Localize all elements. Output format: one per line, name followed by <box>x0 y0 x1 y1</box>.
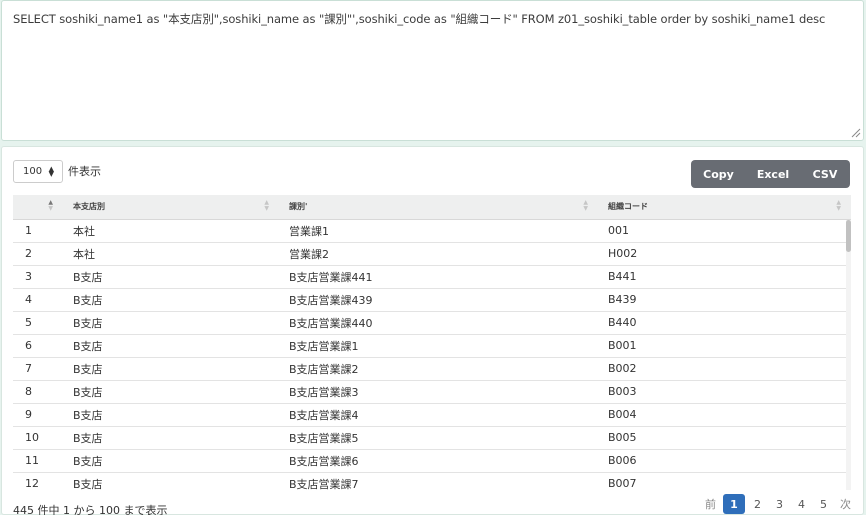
cell-section: 営業課1 <box>279 219 598 243</box>
row-index: 9 <box>13 403 63 427</box>
pagination-prev[interactable]: 前 <box>701 494 720 514</box>
cell-code: B004 <box>598 403 851 427</box>
cell-branch: B支店 <box>63 288 279 312</box>
page-length-select[interactable]: 100 ▲ ▼ <box>13 160 63 183</box>
table-row[interactable]: 9 B支店 B支店営業課4 B004 <box>13 403 851 427</box>
row-index: 4 <box>13 288 63 312</box>
row-index: 3 <box>13 265 63 289</box>
cell-section: B支店営業課6 <box>279 449 598 473</box>
cell-code: H002 <box>598 242 851 266</box>
resize-handle-icon[interactable] <box>851 128 861 138</box>
select-caret-icon: ▲ ▼ <box>48 165 54 178</box>
cell-branch: B支店 <box>63 265 279 289</box>
cell-section: B支店営業課7 <box>279 472 598 491</box>
pagination-next[interactable]: 次 <box>836 494 855 514</box>
table-header-row: ▲ ▼ 本支店別 ▲ ▼ 課別' ▲ ▼ 組織コード ▲ ▼ <box>13 195 851 220</box>
pagination: 前 1 2 3 4 5 次 <box>701 494 855 514</box>
table-row[interactable]: 5 B支店 B支店営業課440 B440 <box>13 311 851 335</box>
sql-textarea[interactable]: SELECT soshiki_name1 as "本支店別",soshiki_n… <box>1 0 864 141</box>
export-button-group: Copy Excel CSV <box>691 160 850 188</box>
sort-icon: ▲ ▼ <box>48 199 53 212</box>
cell-section: B支店営業課4 <box>279 403 598 427</box>
page-length-label: 件表示 <box>68 165 101 178</box>
table-row[interactable]: 6 B支店 B支店営業課1 B001 <box>13 334 851 358</box>
row-index: 5 <box>13 311 63 335</box>
table-info: 445 件中 1 から 100 まで表示 <box>13 504 168 515</box>
cell-section: B支店営業課5 <box>279 426 598 450</box>
pagination-page-3[interactable]: 3 <box>770 494 789 514</box>
cell-code: 001 <box>598 219 851 243</box>
cell-branch: B支店 <box>63 334 279 358</box>
cell-branch: 本社 <box>63 219 279 243</box>
sql-query-text: SELECT soshiki_name1 as "本支店別",soshiki_n… <box>13 12 826 26</box>
cell-branch: B支店 <box>63 311 279 335</box>
cell-section: B支店営業課3 <box>279 380 598 404</box>
excel-button[interactable]: Excel <box>746 160 800 188</box>
cell-code: B001 <box>598 334 851 358</box>
csv-button[interactable]: CSV <box>800 160 850 188</box>
row-index: 12 <box>13 472 63 491</box>
table-row[interactable]: 3 B支店 B支店営業課441 B441 <box>13 265 851 289</box>
table-scrollbar[interactable] <box>846 220 851 490</box>
row-index: 11 <box>13 449 63 473</box>
cell-code: B006 <box>598 449 851 473</box>
row-index: 2 <box>13 242 63 266</box>
cell-branch: B支店 <box>63 472 279 491</box>
column-header-label: 本支店別 <box>73 202 105 212</box>
row-index: 10 <box>13 426 63 450</box>
table-row[interactable]: 12 B支店 B支店営業課7 B007 <box>13 472 851 491</box>
cell-code: B002 <box>598 357 851 381</box>
cell-section: B支店営業課1 <box>279 334 598 358</box>
cell-branch: B支店 <box>63 403 279 427</box>
table-row[interactable]: 11 B支店 B支店営業課6 B006 <box>13 449 851 473</box>
row-index: 7 <box>13 357 63 381</box>
sort-icon: ▲ ▼ <box>583 199 588 212</box>
cell-code: B003 <box>598 380 851 404</box>
pagination-page-2[interactable]: 2 <box>748 494 767 514</box>
cell-section: B支店営業課2 <box>279 357 598 381</box>
cell-code: B005 <box>598 426 851 450</box>
cell-branch: B支店 <box>63 426 279 450</box>
scrollbar-thumb[interactable] <box>846 220 851 252</box>
results-table-container: ▲ ▼ 本支店別 ▲ ▼ 課別' ▲ ▼ 組織コード ▲ ▼ 1 本社 営業課1… <box>13 195 851 491</box>
cell-branch: B支店 <box>63 449 279 473</box>
sort-icon: ▲ ▼ <box>836 199 841 212</box>
table-row[interactable]: 10 B支店 B支店営業課5 B005 <box>13 426 851 450</box>
cell-code: B441 <box>598 265 851 289</box>
table-row[interactable]: 8 B支店 B支店営業課3 B003 <box>13 380 851 404</box>
row-index: 1 <box>13 219 63 243</box>
pagination-page-4[interactable]: 4 <box>792 494 811 514</box>
pagination-page-5[interactable]: 5 <box>814 494 833 514</box>
results-table: ▲ ▼ 本支店別 ▲ ▼ 課別' ▲ ▼ 組織コード ▲ ▼ 1 本社 営業課1… <box>13 195 851 491</box>
cell-branch: B支店 <box>63 357 279 381</box>
table-row[interactable]: 1 本社 営業課1 001 <box>13 219 851 243</box>
cell-code: B439 <box>598 288 851 312</box>
pagination-page-1[interactable]: 1 <box>723 494 745 514</box>
cell-section: B支店営業課440 <box>279 311 598 335</box>
cell-section: 営業課2 <box>279 242 598 266</box>
table-row[interactable]: 4 B支店 B支店営業課439 B439 <box>13 288 851 312</box>
row-index: 6 <box>13 334 63 358</box>
result-panel: 100 ▲▼ 件表示 Copy Excel CSV ▲▼ 本支店別 ▲▼ <box>1 146 864 515</box>
cell-section: B支店営業課439 <box>279 288 598 312</box>
column-header-section[interactable]: 課別' ▲ ▼ <box>279 195 598 220</box>
cell-code: B007 <box>598 472 851 491</box>
row-index: 8 <box>13 380 63 404</box>
page-length-value: 100 <box>23 166 43 177</box>
column-header-code[interactable]: 組織コード ▲ ▼ <box>598 195 851 220</box>
sort-icon: ▲ ▼ <box>264 199 269 212</box>
column-header-label: 組織コード <box>608 202 648 212</box>
cell-section: B支店営業課441 <box>279 265 598 289</box>
column-header-index[interactable]: ▲ ▼ <box>13 195 63 220</box>
copy-button[interactable]: Copy <box>691 160 746 188</box>
cell-code: B440 <box>598 311 851 335</box>
cell-branch: B支店 <box>63 380 279 404</box>
column-header-label: 課別' <box>289 202 308 212</box>
cell-branch: 本社 <box>63 242 279 266</box>
column-header-branch[interactable]: 本支店別 ▲ ▼ <box>63 195 279 220</box>
table-row[interactable]: 7 B支店 B支店営業課2 B002 <box>13 357 851 381</box>
table-row[interactable]: 2 本社 営業課2 H002 <box>13 242 851 266</box>
